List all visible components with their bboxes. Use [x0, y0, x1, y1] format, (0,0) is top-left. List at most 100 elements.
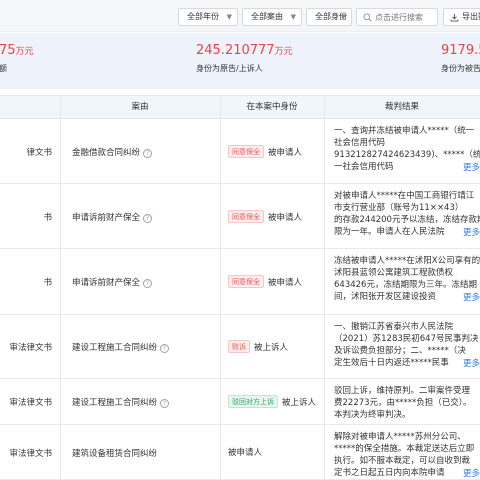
role-text: 被申请人: [268, 278, 303, 288]
more-link[interactable]: 更多: [459, 468, 480, 478]
case-cause-cell: 金融借款合同纠纷?: [72, 146, 153, 158]
document-type-cell: 书: [43, 213, 52, 223]
table-header: 案由 在本案中身份 裁判结果: [0, 95, 480, 119]
judgment-result-cell: 一、撤销江苏省泰兴市人民法院 （2021）苏1283民初647号民事判决 及诉讼费负…: [334, 321, 480, 377]
case-cause-text: 建设工程施工合同纠纷: [72, 343, 158, 353]
stat-caption: 额: [0, 64, 7, 73]
result-text-line: 对被申请人*****在中国工商银行靖江: [334, 191, 475, 201]
document-type-cell: 律文书: [26, 148, 52, 158]
table-row[interactable]: 审法律文书 建设工程施工合同纠纷? 败诉 被上诉人 一、撤销江苏省泰兴市人民法院 （202…: [0, 315, 480, 379]
more-link[interactable]: 更多: [459, 162, 480, 174]
table-row[interactable]: 审法律文书 建设工程施工合同纠纷? 驳回对方上诉 被上诉人 驳回上诉，维持原判。二审案件…: [0, 379, 480, 425]
stat-amount: 75万元: [0, 43, 34, 58]
document-type-cell: 书: [43, 278, 52, 288]
chevron-down-icon: ▼: [226, 13, 232, 21]
status-badge: 驳回对方上诉: [228, 395, 278, 408]
help-icon[interactable]: ?: [143, 149, 153, 158]
role-text: 被申请人: [268, 148, 303, 158]
identity-filter-dropdown[interactable]: 全部身份 ▼: [306, 8, 352, 26]
result-text-line: 驳回上诉，维持原判。二审案件受理: [334, 386, 471, 396]
column-divider: [324, 95, 325, 480]
case-cause-cell: 申请诉前财产保全?: [72, 276, 153, 288]
result-text-line: 市支行营业部（账号为11××43）: [334, 203, 464, 213]
role-cell: 同意保全 被申请人: [228, 275, 320, 288]
stat-caption: 身份为原告/上诉人: [196, 64, 263, 73]
result-text-line: 及诉讼费负担部分；二、*****（决: [334, 346, 466, 356]
year-filter-dropdown[interactable]: 全部年份 ▼: [178, 8, 238, 26]
case-cause-cell: 建筑设备租赁合同纠纷: [72, 447, 157, 459]
help-icon[interactable]: ?: [143, 214, 153, 223]
year-filter-label: 全部年份: [187, 12, 219, 21]
role-text: 被申请人: [268, 213, 303, 223]
judgment-result-cell: 对被申请人*****在中国工商银行靖江 市支行营业部（账号为11××43） 的存款2…: [334, 190, 480, 247]
result-text-line: 本判决为终审判决。: [334, 410, 411, 420]
document-type-cell: 审法律文书: [9, 398, 52, 408]
stat-amount: 9179.5: [441, 43, 480, 58]
status-badge: 同意保全: [228, 210, 264, 223]
stat-caption: 身份为被告: [441, 64, 480, 73]
more-link[interactable]: 更多: [459, 358, 480, 370]
status-badge: 同意保全: [228, 275, 264, 288]
export-button[interactable]: 导出数据: [443, 8, 480, 26]
more-link[interactable]: 更多: [459, 292, 480, 304]
role-cell: 同意保全 被申请人: [228, 145, 320, 158]
judgment-result-cell: 冻结被申请人*****在沭阳X公司享有的 沭阳县蓝领公寓建筑工程款债权 643426…: [334, 255, 480, 313]
case-cause-text: 建设工程施工合同纠纷: [72, 398, 158, 408]
table-row[interactable]: 书 申请诉前财产保全? 同意保全 被申请人 对被申请人*****在中国工商银行靖江 市支行…: [0, 184, 480, 249]
case-cause-text: 建筑设备租赁合同纠纷: [72, 449, 158, 459]
search-icon: [363, 13, 372, 22]
result-text-line: 一社会信用代码: [334, 162, 394, 172]
status-badge: 败诉: [228, 340, 250, 353]
judgment-result-cell: 驳回上诉，维持原判。二审案件受理 费22273元，由*****负担（已交）。 本判决…: [334, 385, 480, 423]
column-header-result: 裁判结果: [384, 102, 419, 112]
result-text-line: 定生效后十日内返还*****民事: [334, 358, 449, 368]
role-cell: 败诉 被上诉人: [228, 340, 320, 353]
result-text-line: 执行。如不服本裁定，可以自收到裁: [334, 456, 471, 466]
result-text-line: 限为一年。申请人在人民法院: [334, 227, 445, 237]
column-divider: [60, 95, 61, 480]
export-icon: [450, 13, 459, 22]
cause-filter-dropdown[interactable]: 全部案由 ▼: [242, 8, 302, 26]
result-text-line: 沭阳县蓝领公寓建筑工程款债权: [334, 268, 454, 278]
chevron-down-icon: ▼: [290, 13, 296, 21]
column-header-cause: 案由: [131, 102, 149, 112]
result-text-line: 冻结被申请人*****在沭阳X公司享有的: [334, 256, 480, 266]
result-text-line: 一、撤销江苏省泰兴市人民法院: [334, 322, 454, 332]
stats-summary: 75万元 额 245.210777万元 身份为原告/上诉人 9179.5 身份为…: [0, 33, 480, 89]
more-link[interactable]: 更多: [459, 227, 480, 239]
table-row[interactable]: 书 申请诉前财产保全? 同意保全 被申请人 冻结被申请人*****在沭阳X公司享有的 沭阳…: [0, 249, 480, 315]
column-divider: [220, 95, 221, 480]
result-text-line: 643426元，冻结期限为三年。冻结期: [334, 280, 477, 290]
search-input[interactable]: [375, 10, 437, 24]
result-text-line: 解除对被申请人*****苏州分公司、: [334, 432, 466, 442]
status-badge: 同意保全: [228, 145, 264, 158]
case-cause-cell: 申请诉前财产保全?: [72, 211, 153, 223]
role-text: 被上诉人: [254, 343, 289, 353]
result-text-line: 定书之日起五日内向本院申请: [334, 468, 445, 478]
table-row[interactable]: 律文书 金融借款合同纠纷? 同意保全 被申请人 一、查询并冻结被申请人*****（统一社…: [0, 119, 480, 184]
judgment-result-cell: 解除对被申请人*****苏州分公司、 *****的保全措施。本裁定送达后立即 执行。…: [334, 431, 480, 478]
chevron-down-icon: ▼: [340, 13, 346, 21]
case-cause-text: 申请诉前财产保全: [72, 278, 141, 288]
role-cell: 被申请人: [228, 446, 320, 458]
result-text-line: 913212827424623439)、*****（统: [334, 150, 480, 160]
case-cause-cell: 建设工程施工合同纠纷?: [72, 341, 170, 353]
document-type-cell: 审法律文书: [9, 449, 52, 459]
help-icon[interactable]: ?: [143, 279, 153, 288]
help-icon[interactable]: ?: [160, 399, 170, 408]
role-cell: 同意保全 被申请人: [228, 210, 320, 223]
role-cell: 驳回对方上诉 被上诉人: [228, 395, 320, 408]
result-text-line: 间，沭阳张开发区建设投资: [334, 292, 437, 302]
case-cause-text: 金融借款合同纠纷: [72, 148, 141, 158]
filter-bar: 全部年份 ▼ 全部案由 ▼ 全部身份 ▼ 导出数据: [0, 0, 480, 32]
help-icon[interactable]: ?: [160, 344, 170, 353]
search-box: [356, 8, 438, 26]
case-cause-cell: 建设工程施工合同纠纷?: [72, 396, 170, 408]
cause-filter-label: 全部案由: [251, 12, 283, 21]
role-text: 被上诉人: [282, 398, 317, 408]
table-row[interactable]: 审法律文书 建筑设备租赁合同纠纷 被申请人 解除对被申请人*****苏州分公司、 ***…: [0, 425, 480, 480]
result-text-line: 费22273元，由*****负担（已交）。: [334, 398, 472, 408]
result-text-line: 一、查询并冻结被申请人*****（统一: [334, 126, 475, 136]
document-type-cell: 审法律文书: [9, 343, 52, 353]
case-cause-text: 申请诉前财产保全: [72, 213, 141, 223]
